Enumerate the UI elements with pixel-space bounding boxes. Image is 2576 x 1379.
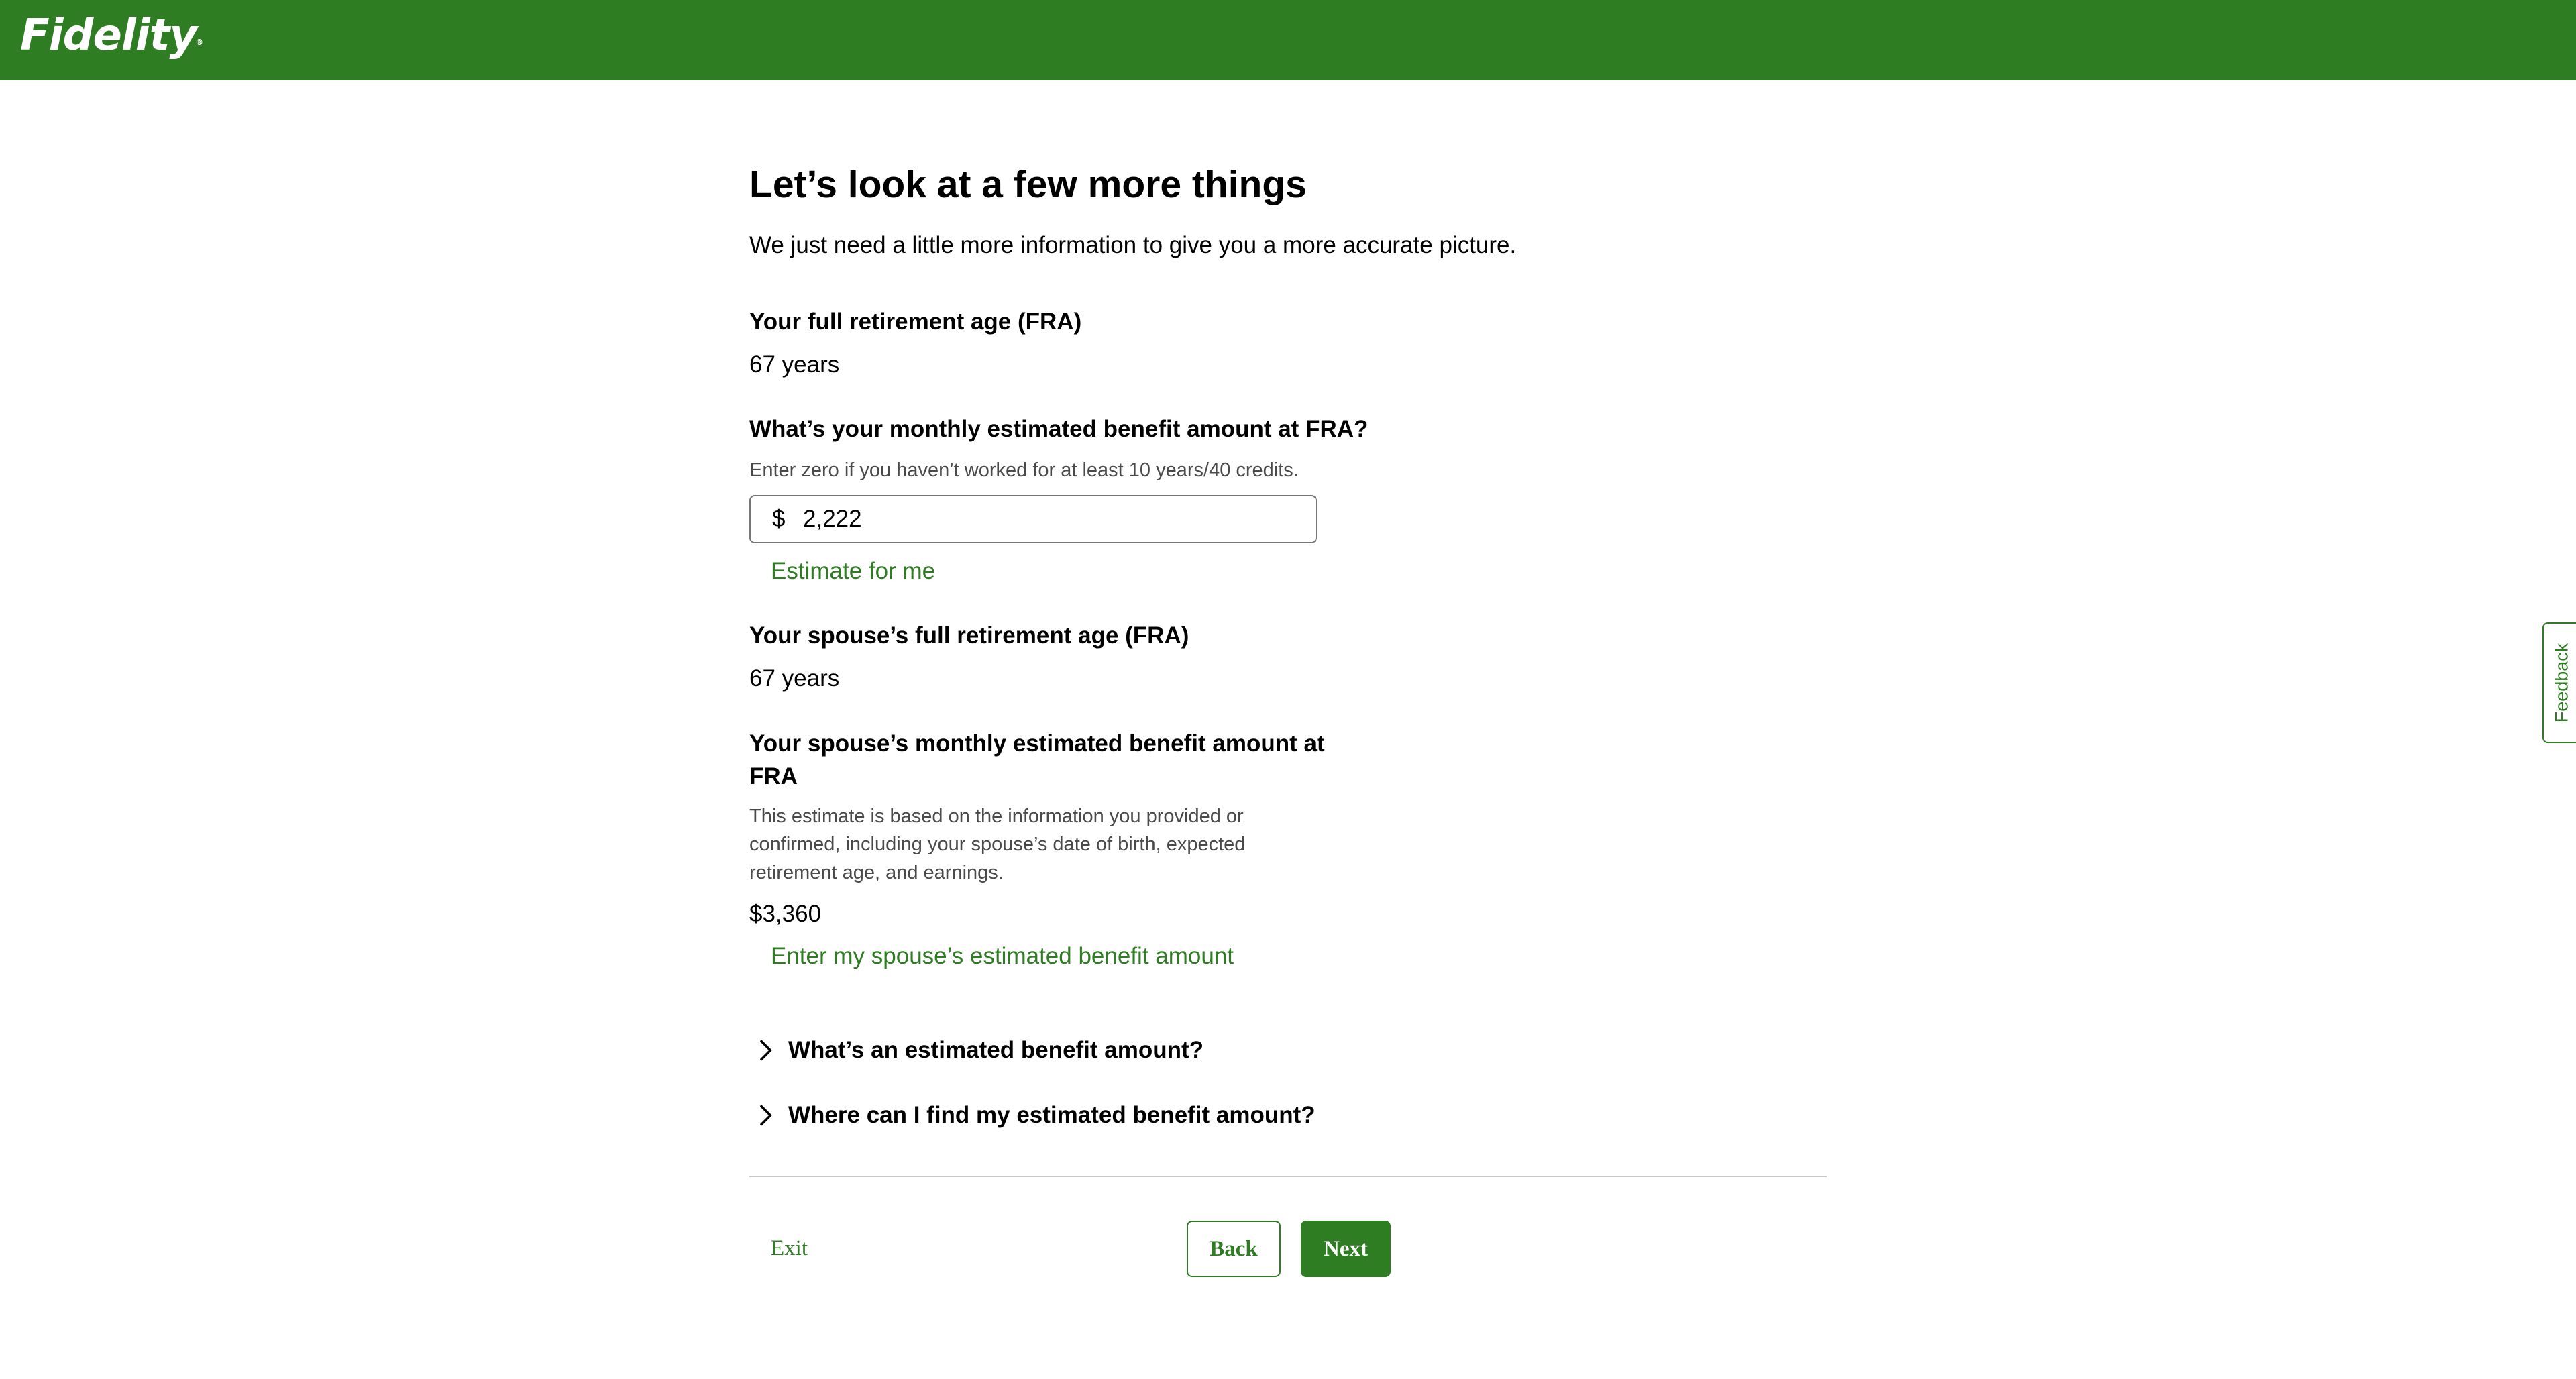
page-subtitle: We just need a little more information t… [749, 232, 1517, 258]
benefit-amount-label: What’s your monthly estimated benefit am… [749, 416, 1368, 442]
feedback-label: Feedback [2551, 643, 2572, 723]
logo-text: Fidelity [20, 11, 197, 60]
fidelity-logo[interactable]: Fidelity® [20, 11, 204, 60]
accordion-label: Where can I find my estimated benefit am… [788, 1102, 1316, 1128]
chevron-right-icon [760, 1040, 772, 1061]
page-title: Let’s look at a few more things [749, 163, 1307, 206]
estimate-for-me-link[interactable]: Estimate for me [771, 558, 935, 585]
registered-mark: ® [195, 38, 203, 47]
exit-link[interactable]: Exit [771, 1236, 808, 1261]
enter-spouse-benefit-link[interactable]: Enter my spouse’s estimated benefit amou… [771, 943, 1234, 970]
accordion-what-is-benefit[interactable]: What’s an estimated benefit amount? [749, 1033, 1259, 1073]
feedback-tab[interactable]: Feedback [2542, 622, 2576, 743]
accordion-label: What’s an estimated benefit amount? [788, 1037, 1204, 1063]
fra-label: Your full retirement age (FRA) [749, 309, 1082, 335]
spouse-benefit-hint: This estimate is based on the informatio… [749, 806, 1246, 883]
chevron-right-icon [760, 1105, 772, 1126]
accordion-where-find-benefit[interactable]: Where can I find my estimated benefit am… [749, 1098, 1326, 1138]
fra-value: 67 years [749, 351, 840, 378]
back-button[interactable]: Back [1187, 1221, 1281, 1277]
benefit-amount-hint: Enter zero if you haven’t worked for at … [749, 459, 1299, 481]
next-button[interactable]: Next [1301, 1221, 1391, 1277]
benefit-amount-value: 2,222 [803, 506, 862, 532]
spouse-benefit-value: $3,360 [749, 901, 822, 927]
spouse-benefit-label: Your spouse’s monthly estimated benefit … [749, 730, 1325, 789]
spouse-fra-value: 67 years [749, 665, 840, 692]
top-header: Fidelity® [0, 0, 2576, 80]
dollar-prefix: $ [772, 506, 786, 532]
footer-divider [749, 1176, 1827, 1177]
spouse-fra-label: Your spouse’s full retirement age (FRA) [749, 622, 1189, 649]
benefit-amount-input[interactable]: $ 2,222 [749, 495, 1317, 543]
